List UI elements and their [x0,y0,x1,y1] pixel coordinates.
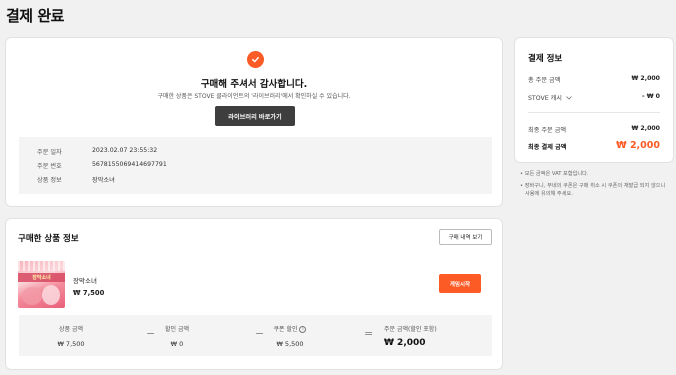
game-start-button[interactable]: 게임시작 [439,274,481,293]
product-info-row: 상품 정보 장막소녀 [37,175,115,184]
final-payment-value: ₩ 2,000 [616,140,660,151]
coupon-amount: ₩ 5,500 [276,340,304,348]
payment-title: 결제 정보 [528,54,563,64]
final-payment-label: 최종 결제 금액 [528,144,567,151]
purchased-product-card: 구매한 상품 정보 구매 내역 보기 장막소녀 장막소녀 ₩ 7,500 게임시… [5,218,503,370]
discount-col: 할인 금액 ₩ 0 [147,324,207,348]
total-order-label: 총 주문 금액 [528,77,561,84]
order-total-amount: ₩ 2,000 [384,338,426,348]
order-number-value: 5678155069414697791 [92,161,167,168]
payment-notes: • 모든 금액은 VAT 포함입니다. • 장바구니, 무네의 쿠폰은 구매 취… [520,171,670,202]
price-summary: 상품 금액 ₩ 7,500 − 할인 금액 ₩ 0 − 쿠폰 할인 i ₩ 5,… [19,315,492,356]
product-section-title: 구매한 상품 정보 [18,234,79,244]
discount-label: 할인 금액 [165,326,189,333]
final-order-value: ₩ 2,000 [631,125,660,132]
total-order-row: 총 주문 금액 ₩ 2,000 [528,75,660,84]
coupon-col: 쿠폰 할인 i ₩ 5,500 [255,324,325,348]
order-date-value: 2023.02.07 23:55:32 [92,147,158,154]
product-info-label: 상품 정보 [37,177,62,184]
order-date-label: 주문 일자 [37,149,62,156]
stove-cash-value: - ₩ 0 [641,93,660,100]
order-number-row: 주문 번호 5678155069414697791 [37,161,167,170]
stove-cash-label: STOVE 캐시 [528,95,562,102]
payment-info-card: 결제 정보 총 주문 금액 ₩ 2,000 STOVE 캐시 - ₩ 0 최종 … [514,37,674,163]
cover-title: 장막소녀 [32,275,51,281]
library-button[interactable]: 라이브러리 바로가기 [215,106,295,126]
thanks-message: 구매해 주셔서 감사합니다. [200,79,308,90]
info-icon[interactable]: i [299,326,307,333]
library-hint: 구매한 상품은 STOVE 클라이언트의 '라이브러리'에서 확인하실 수 있습… [157,93,351,100]
page-title: 결제 완료 [6,7,64,25]
discount-amount: ₩ 0 [170,340,184,348]
equals-operator: = [364,327,374,340]
check-icon [247,51,264,68]
note-item: • 장바구니, 무네의 쿠폰은 구매 취소 시 쿠폰의 재발급 되지 않으니 사… [520,182,666,197]
final-payment-row: 최종 결제 금액 ₩ 2,000 [528,140,660,151]
product-name[interactable]: 장막소녀 [73,275,97,285]
note-item: • 모든 금액은 VAT 포함입니다. [520,171,589,177]
order-number-label: 주문 번호 [37,163,62,170]
purchase-history-button[interactable]: 구매 내역 보기 [439,229,492,245]
order-date-row: 주문 일자 2023.02.07 23:55:32 [37,147,157,156]
item-price-label: 상품 금액 [59,326,83,333]
product-price: ₩ 7,500 [73,289,105,297]
completion-card: 구매해 주셔서 감사합니다. 구매한 상품은 STOVE 클라이언트의 '라이브… [5,37,503,207]
item-price-amount: ₩ 7,500 [57,340,85,348]
product-info-value: 장막소녀 [92,177,115,184]
final-order-label: 최종 주문 금액 [528,127,567,134]
total-order-value: ₩ 2,000 [631,75,660,82]
order-total-col: 주문 금액(할인 포함) ₩ 2,000 [384,324,464,348]
final-order-row: 최종 주문 금액 ₩ 2,000 [528,125,660,134]
chevron-down-icon[interactable] [566,95,572,102]
order-total-label: 주문 금액(할인 포함) [384,326,437,333]
product-cover-image[interactable]: 장막소녀 [18,261,65,308]
order-info: 주문 일자 2023.02.07 23:55:32 주문 번호 56781550… [19,137,492,194]
coupon-label: 쿠폰 할인 i [255,324,325,333]
divider [528,112,660,113]
stove-cash-row[interactable]: STOVE 캐시 - ₩ 0 [528,93,660,102]
item-price-col: 상품 금액 ₩ 7,500 [41,324,101,348]
